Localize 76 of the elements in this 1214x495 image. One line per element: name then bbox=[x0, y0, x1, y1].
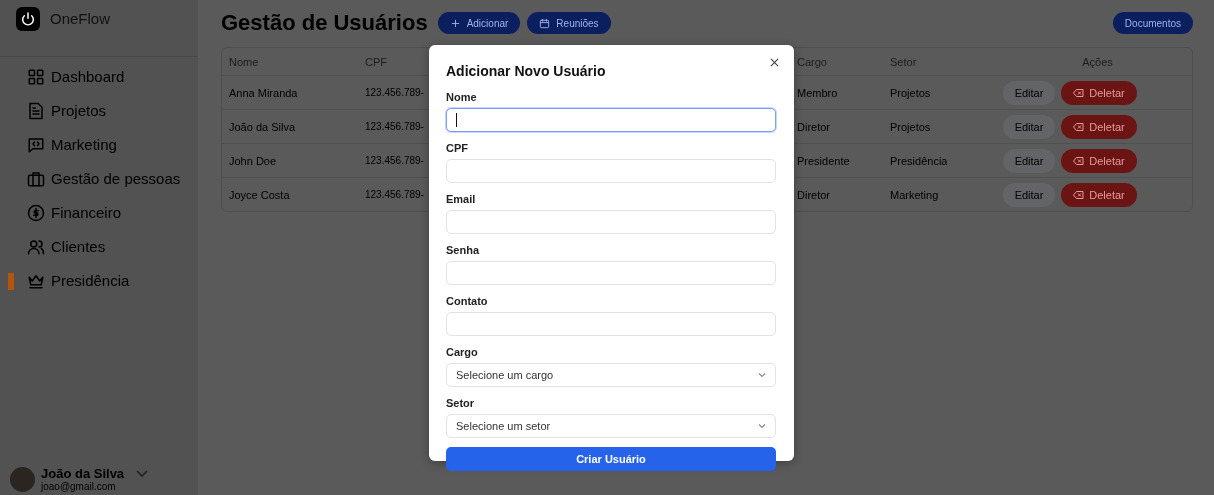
plus-icon bbox=[449, 17, 461, 29]
field-label: Senha bbox=[446, 243, 481, 256]
table-cell: João da Silva bbox=[229, 120, 296, 133]
column-header: Cargo bbox=[797, 55, 827, 68]
grid-icon bbox=[27, 68, 45, 86]
nav-item[interactable]: Dashboard bbox=[27, 66, 125, 88]
chat-icon bbox=[27, 136, 45, 154]
input-field[interactable] bbox=[446, 107, 776, 132]
briefcase-icon bbox=[27, 170, 45, 188]
nav-item[interactable]: Marketing bbox=[27, 134, 117, 156]
table-cell: 123.456.789- bbox=[365, 155, 424, 166]
column-header: Nome bbox=[229, 55, 259, 68]
select-field[interactable]: Selecione um cargo bbox=[446, 362, 776, 387]
user-email: joao@gmail.com bbox=[41, 481, 117, 492]
chevron-down-icon[interactable] bbox=[136, 470, 149, 478]
backspace-icon bbox=[1073, 155, 1085, 166]
column-header: Setor bbox=[890, 55, 917, 68]
add-button[interactable]: Adicionar bbox=[437, 12, 521, 34]
table-cell: Anna Miranda bbox=[229, 86, 298, 99]
nav-item[interactable]: Financeiro bbox=[27, 202, 122, 224]
field-label: Email bbox=[446, 192, 477, 205]
table-cell: John Doe bbox=[229, 154, 277, 167]
chevron-down-icon bbox=[758, 371, 766, 378]
edit-button[interactable]: Editar bbox=[1003, 80, 1055, 105]
field-label: Cargo bbox=[446, 345, 479, 358]
table-cell: Presidente bbox=[797, 154, 850, 167]
table-cell: Projetos bbox=[890, 120, 931, 133]
table-cell: Diretor bbox=[797, 188, 830, 201]
delete-button[interactable]: Deletar bbox=[1061, 114, 1137, 139]
nav-item[interactable]: Projetos bbox=[27, 100, 107, 122]
create-user-button[interactable]: Criar Usuário bbox=[446, 446, 776, 471]
document-icon bbox=[27, 102, 45, 120]
meetings-button[interactable]: Reuniões bbox=[527, 12, 611, 34]
edit-button[interactable]: Editar bbox=[1003, 114, 1055, 139]
edit-button[interactable]: Editar bbox=[1003, 148, 1055, 173]
delete-button[interactable]: Deletar bbox=[1061, 182, 1137, 207]
edit-button[interactable]: Editar bbox=[1003, 182, 1055, 207]
calendar-icon bbox=[539, 17, 551, 29]
delete-button[interactable]: Deletar bbox=[1061, 148, 1137, 173]
backspace-icon bbox=[1073, 121, 1085, 132]
modal-title: Adicionar Novo Usuário bbox=[446, 63, 607, 79]
table-cell: 123.456.789- bbox=[365, 189, 424, 200]
select-placeholder: Selecione um setor bbox=[456, 419, 551, 432]
column-header: Ações bbox=[1082, 55, 1113, 68]
column-header: CPF bbox=[365, 55, 387, 68]
field-label: Nome bbox=[446, 90, 478, 103]
backspace-icon bbox=[1073, 189, 1085, 200]
page-title: Gestão de Usuários bbox=[221, 10, 428, 36]
nav-item[interactable]: Clientes bbox=[27, 236, 106, 258]
chevron-down-icon bbox=[758, 422, 766, 429]
table-cell: Joyce Costa bbox=[229, 188, 290, 201]
dollar-icon bbox=[27, 204, 45, 222]
table-cell: 123.456.789- bbox=[365, 121, 424, 132]
table-cell: 123.456.789- bbox=[365, 87, 424, 98]
user-name: João da Silva bbox=[41, 466, 125, 481]
nav-item[interactable]: Presidência bbox=[27, 270, 130, 292]
table-cell: Membro bbox=[797, 86, 838, 99]
documents-button[interactable]: Documentos bbox=[1112, 12, 1193, 34]
field-label: CPF bbox=[446, 141, 469, 154]
field-label: Contato bbox=[446, 294, 489, 307]
table-cell: Presidência bbox=[890, 154, 948, 167]
table-cell: Diretor bbox=[797, 120, 830, 133]
field-label: Setor bbox=[446, 396, 476, 409]
delete-button[interactable]: Deletar bbox=[1061, 80, 1137, 105]
brand-name: OneFlow bbox=[50, 9, 111, 29]
table-cell: Projetos bbox=[890, 86, 931, 99]
table-cell: Marketing bbox=[890, 188, 939, 201]
logo-icon bbox=[16, 7, 40, 31]
select-placeholder: Selecione um cargo bbox=[456, 368, 554, 381]
nav-item[interactable]: Gestão de pessoas bbox=[27, 168, 181, 190]
crown-icon bbox=[27, 272, 45, 290]
close-icon bbox=[769, 57, 779, 67]
users-icon bbox=[27, 238, 45, 256]
avatar bbox=[10, 466, 35, 492]
select-field[interactable]: Selecione um setor bbox=[446, 413, 776, 438]
backspace-icon bbox=[1073, 87, 1085, 98]
